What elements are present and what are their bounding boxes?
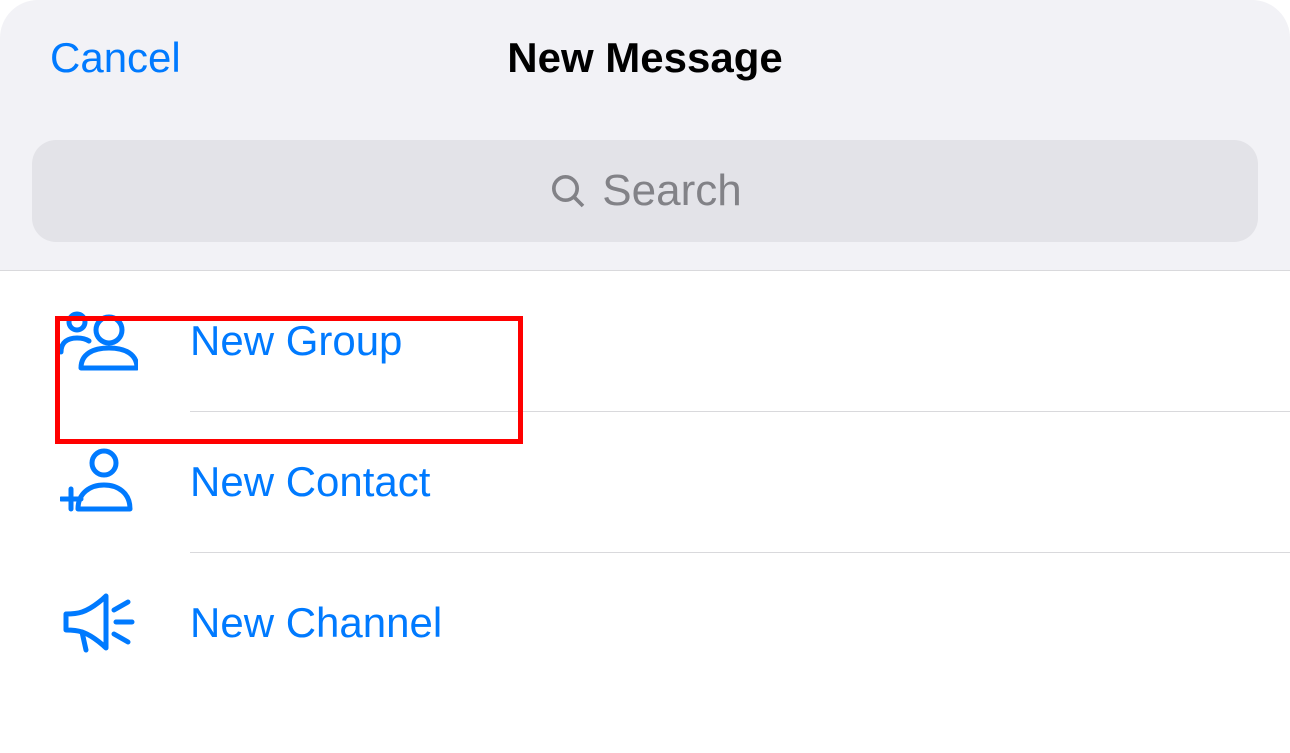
sheet-header: Cancel New Message <box>0 8 1290 118</box>
add-contact-icon <box>60 447 190 517</box>
new-contact-item[interactable]: New Contact <box>0 412 1290 552</box>
new-group-label: New Group <box>190 317 402 365</box>
group-icon <box>60 310 190 372</box>
new-channel-label: New Channel <box>190 599 442 647</box>
new-message-sheet: Cancel New Message Search <box>0 0 1290 270</box>
new-channel-item[interactable]: New Channel <box>0 553 1290 693</box>
search-container: Search <box>0 118 1290 270</box>
megaphone-icon <box>60 590 190 656</box>
cancel-button[interactable]: Cancel <box>50 34 181 82</box>
page-title: New Message <box>507 34 782 82</box>
new-contact-label: New Contact <box>190 458 430 506</box>
search-icon <box>548 171 588 211</box>
new-group-item[interactable]: New Group <box>0 271 1290 411</box>
search-placeholder: Search <box>602 166 741 216</box>
search-input[interactable]: Search <box>32 140 1258 242</box>
actions-list: New Group New Contact New Channel <box>0 270 1290 693</box>
